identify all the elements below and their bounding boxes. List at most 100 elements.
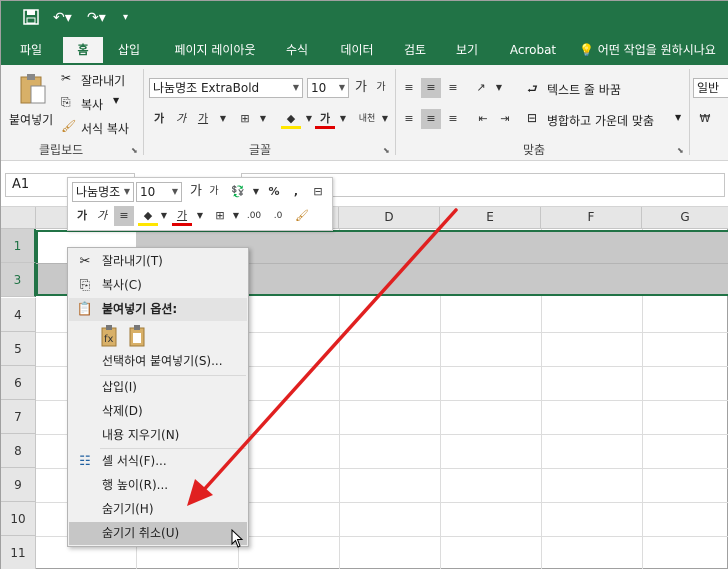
decrease-indent-icon[interactable]: ⇤ [473,109,493,129]
divider [689,69,690,155]
mini-font-color-button[interactable]: 가 [172,206,192,226]
decrease-font-icon[interactable]: 가 [204,182,224,202]
row-header-6[interactable]: 6 [1,366,36,400]
row-header-1[interactable]: 1 [1,229,36,263]
orientation-icon[interactable]: ↗ [471,78,491,98]
underline-button[interactable]: 가 [193,109,213,129]
menu-item-delete[interactable]: 삭제(D) [69,400,247,423]
align-left-icon[interactable]: ≡ [399,109,419,129]
mini-font-combo[interactable]: 나눔명조 ▼ [72,182,134,202]
bold-button[interactable]: 가 [149,109,169,129]
increase-font-icon[interactable]: 가 [186,182,206,202]
column-header-d[interactable]: D [339,207,440,229]
menu-item-row-height[interactable]: 행 높이(R)... [69,474,247,497]
menu-item-copy[interactable]: ⎘ 복사(C) [69,274,247,297]
chevron-down-icon[interactable]: ▼ [190,206,210,226]
number-format-combo[interactable]: 일반 [693,78,728,98]
increase-indent-icon[interactable]: ⇥ [495,109,515,129]
row-header-11[interactable]: 11 [1,536,36,569]
italic-button[interactable]: 가 [171,109,191,129]
tab-review[interactable]: 검토 [395,37,435,65]
tab-file[interactable]: 파일 [9,37,53,65]
mini-size-combo[interactable]: 10 ▼ [136,182,182,202]
align-top-icon[interactable]: ≡ [399,78,419,98]
font-color-button[interactable]: 가 [315,109,335,129]
chevron-down-icon: ▼ [171,187,178,196]
decrease-decimal-icon[interactable]: .0 [268,206,288,226]
font-launcher-icon[interactable]: ⬊ [383,146,390,155]
borders-icon[interactable]: ⊞ [235,109,255,129]
mini-toolbar: 나눔명조 ▼ 10 ▼ 가 가 💱 ▼ % , ⊟ 가 가 ≡ ◆ ▼ 가 ▼ ⊞ … [67,177,333,231]
menu-item-cut[interactable]: ✂ 잘라내기(T) [69,250,247,273]
customize-qat-icon[interactable]: ▾ [123,9,128,27]
paste-option-values-icon[interactable] [128,324,148,348]
redo-icon[interactable]: ↷▾ [87,9,106,27]
row-header-10[interactable]: 10 [1,502,36,536]
undo-icon[interactable]: ↶▾ [53,9,72,27]
currency-icon[interactable]: ₩ [695,109,715,129]
tab-page-layout[interactable]: 페이지 레이아웃 [163,37,267,65]
menu-item-hide[interactable]: 숨기기(H) [69,498,247,521]
decrease-font-icon[interactable]: 가 [371,78,391,98]
chevron-down-icon[interactable]: ▼ [375,109,395,129]
menu-item-unhide[interactable]: 숨기기 취소(U) [69,522,247,545]
paste-button[interactable]: 붙여넣기 [7,71,59,133]
tab-formulas[interactable]: 수식 [277,37,317,65]
format-table-icon[interactable]: ⊟ [308,182,328,202]
row-header-5[interactable]: 5 [1,332,36,366]
chevron-down-icon[interactable]: ▼ [246,182,266,202]
column-header-f[interactable]: F [541,207,642,229]
menu-item-paste-special[interactable]: 선택하여 붙여넣기(S)... [69,350,247,373]
row-header-3[interactable]: 3 [1,263,36,297]
mini-format-painter-icon[interactable]: 🖌 [292,206,312,226]
chevron-down-icon[interactable]: ▼ [253,109,273,129]
column-header-g[interactable]: G [642,207,728,229]
align-right-icon[interactable]: ≡ [443,109,463,129]
phonetic-button[interactable]: 내천 [357,109,377,129]
mini-bold-button[interactable]: 가 [72,206,92,226]
tab-acrobat[interactable]: Acrobat [503,37,563,65]
menu-item-clear-contents[interactable]: 내용 지우기(N) [69,424,247,447]
chevron-down-icon: ▼ [292,83,299,92]
merge-icon: ⊟ [527,111,538,125]
chevron-down-icon[interactable]: ▼ [226,206,246,226]
save-icon[interactable] [23,9,39,30]
chevron-down-icon[interactable]: ▼ [333,109,353,129]
fill-color-icon[interactable]: ◆ [281,109,301,129]
row-header-7[interactable]: 7 [1,400,36,434]
select-all-corner[interactable] [1,207,36,229]
alignment-launcher-icon[interactable]: ⬊ [677,146,684,155]
align-middle-icon[interactable]: ≡ [421,78,441,98]
font-name-combo[interactable]: 나눔명조 ExtraBold ▼ [149,78,303,98]
paste-option-formulas-icon[interactable]: fx [100,324,120,348]
align-center-icon[interactable]: ≡ [421,109,441,129]
tab-data[interactable]: 데이터 [331,37,383,65]
chevron-down-icon[interactable]: ▼ [213,109,233,129]
increase-decimal-icon[interactable]: .00 [244,206,264,226]
tab-home[interactable]: 홈 [63,37,103,65]
row-header-8[interactable]: 8 [1,434,36,468]
comma-button[interactable]: , [286,182,306,202]
svg-text:fx: fx [104,334,114,345]
chevron-down-icon[interactable]: ▼ [154,206,174,226]
row-header-4[interactable]: 4 [1,298,36,332]
menu-item-insert[interactable]: 삽입(I) [69,376,247,399]
clipboard-launcher-icon[interactable]: ⬊ [131,146,138,155]
menu-item-format-cells[interactable]: ☷ 셀 서식(F)... [69,450,247,473]
mini-italic-button[interactable]: 가 [92,206,112,226]
increase-font-icon[interactable]: 가 [351,78,371,98]
tab-insert[interactable]: 삽입 [109,37,149,65]
row-header-9[interactable]: 9 [1,468,36,502]
context-menu: ✂ 잘라내기(T) ⎘ 복사(C) 📋 붙여넣기 옵션: fx 선택하여 붙여넣기(S… [67,247,249,547]
chevron-down-icon[interactable]: ▼ [489,78,509,98]
scissors-icon: ✂ [61,71,72,85]
mini-align-center-icon[interactable]: ≡ [114,206,134,226]
align-bottom-icon[interactable]: ≡ [443,78,463,98]
column-header-e[interactable]: E [440,207,541,229]
tell-me-search[interactable]: 💡 어떤 작업을 원하시나요 [579,37,716,65]
brush-icon: 🖌 [61,119,77,133]
accounting-format-icon[interactable]: 💱 [228,182,248,202]
tab-view[interactable]: 보기 [447,37,487,65]
font-size-combo[interactable]: 10 ▼ [307,78,349,98]
percent-button[interactable]: % [264,182,284,202]
